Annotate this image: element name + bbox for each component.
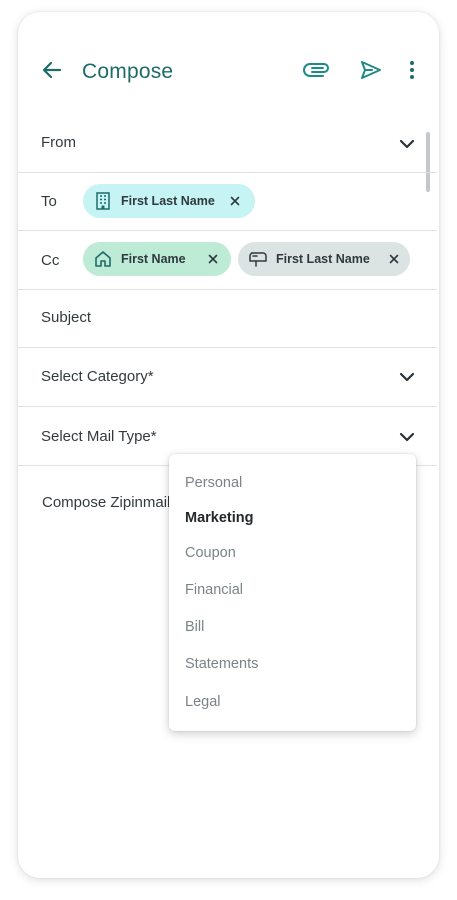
subject-field[interactable]: Subject [18,289,437,348]
cc-name: First Name [121,252,186,266]
chevron-down-icon[interactable] [396,366,418,388]
more-vertical-icon [409,60,415,85]
home-icon [93,249,113,269]
building-icon [93,191,113,211]
mail-type-dropdown: Personal Marketing Coupon Financial Bill… [169,454,416,731]
close-icon[interactable] [386,251,402,267]
category-label: Select Category* [41,368,154,385]
close-icon[interactable] [227,193,243,209]
attach-button[interactable] [302,58,332,86]
recipient-name: First Last Name [121,194,215,208]
page-title: Compose [82,60,174,83]
chevron-down-icon[interactable] [396,426,418,448]
send-button[interactable] [358,58,384,86]
menu-item-statements[interactable]: Statements [185,656,258,672]
cc-chip[interactable]: First Name [83,242,231,276]
from-field[interactable]: From [18,114,437,173]
compose-screen: Compose From To First Last Name Cc First… [18,12,439,878]
cc-label: Cc [41,252,60,269]
menu-item-legal[interactable]: Legal [185,694,220,710]
menu-item-marketing[interactable]: Marketing [185,510,254,526]
send-icon [360,60,382,85]
mail-type-label: Select Mail Type* [41,428,157,445]
to-field[interactable]: To First Last Name [18,172,437,231]
more-options-button[interactable] [404,58,420,86]
menu-item-personal[interactable]: Personal [185,475,242,491]
menu-item-coupon[interactable]: Coupon [185,545,236,561]
chevron-down-icon[interactable] [396,133,418,155]
arrow-left-icon [41,59,63,86]
cc-field[interactable]: Cc First Name First Last Name [18,230,437,290]
paperclip-icon [303,62,331,83]
category-select[interactable]: Select Category* [18,347,437,407]
cc-chip[interactable]: First Last Name [238,242,410,276]
recipient-chip[interactable]: First Last Name [83,184,255,218]
subject-label: Subject [41,309,92,326]
back-button[interactable] [38,58,66,86]
message-body-input[interactable]: Compose Zipinmail [42,494,170,511]
from-label: From [41,134,76,151]
close-icon[interactable] [205,251,221,267]
menu-item-financial[interactable]: Financial [185,582,243,598]
mailbox-icon [248,249,268,269]
to-label: To [41,193,57,210]
menu-item-bill[interactable]: Bill [185,619,204,635]
cc-name: First Last Name [276,252,370,266]
